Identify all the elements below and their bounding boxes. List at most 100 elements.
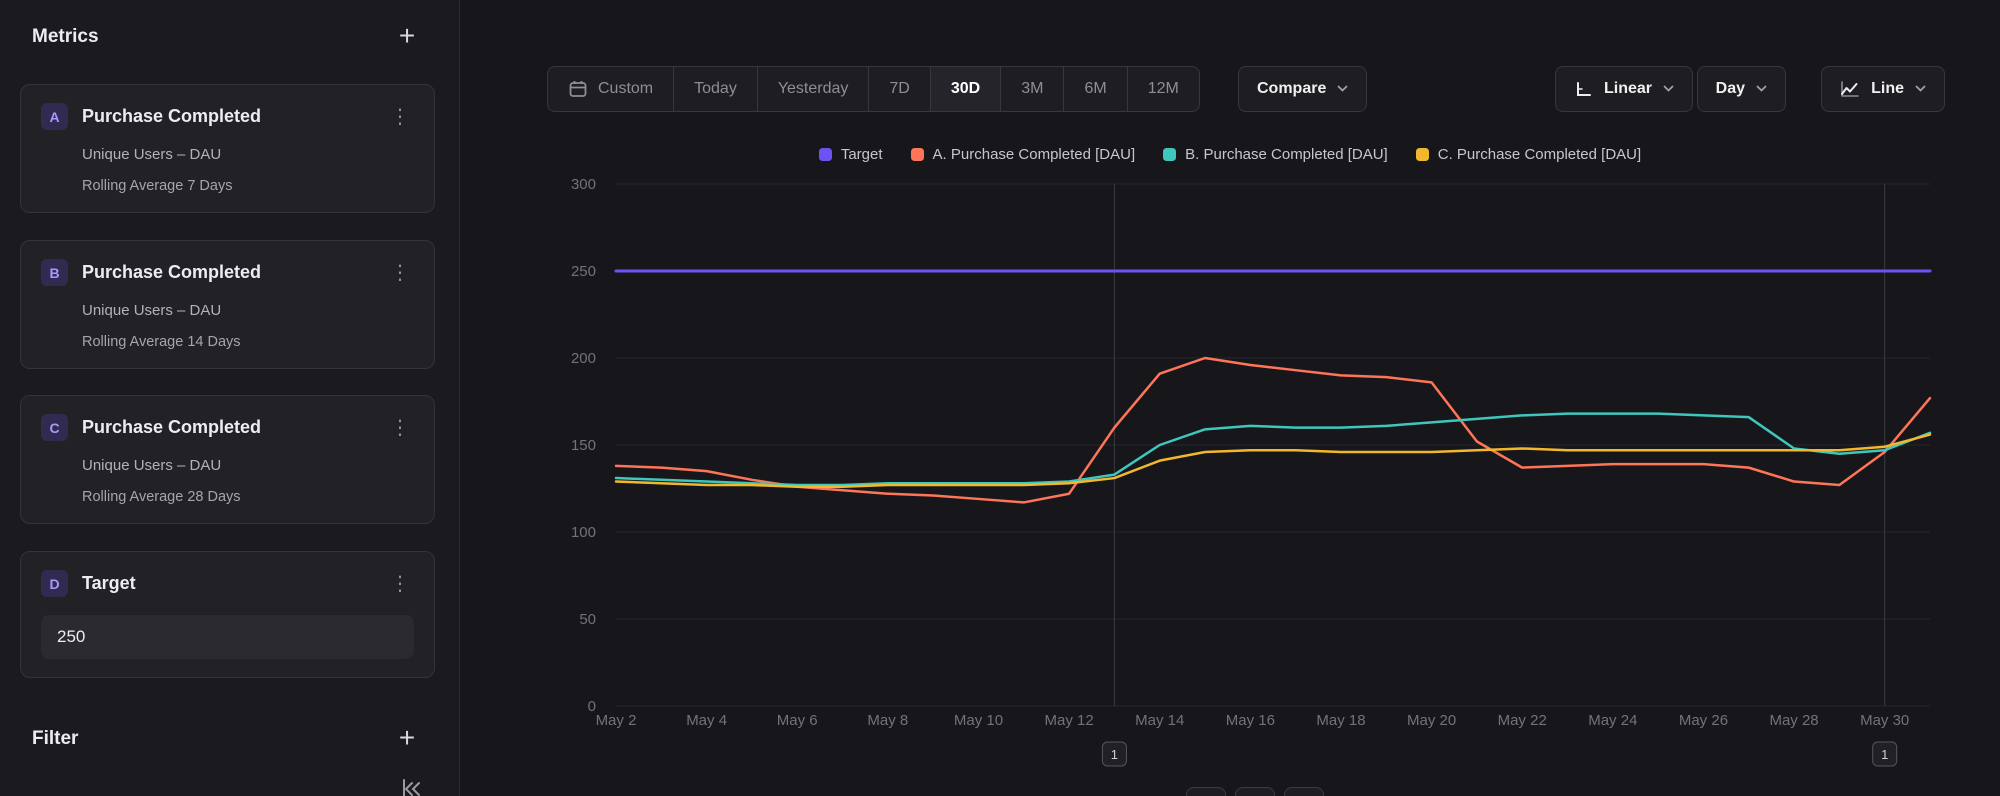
legend-item[interactable]: C. Purchase Completed [DAU] (1416, 146, 1641, 163)
legend-label: C. Purchase Completed [DAU] (1438, 146, 1641, 163)
date-range-segmented-control: Custom Today Yesterday 7D 30D 3M 6M 12M (547, 66, 1200, 112)
export-button[interactable] (1284, 787, 1324, 796)
sidebar: Metrics + A Purchase Completed ⋮ Unique … (0, 0, 460, 796)
range-label: Yesterday (778, 80, 849, 98)
range-label: 12M (1148, 80, 1179, 98)
target-title: Target (82, 573, 386, 594)
range-label: 7D (889, 80, 909, 98)
granularity-label: Day (1716, 80, 1745, 98)
range-label: 3M (1021, 80, 1043, 98)
chart-type-selector-button[interactable]: Line (1821, 66, 1945, 112)
metric-subtitle: Unique Users – DAU (82, 457, 414, 474)
y-axis-tick-label: 100 (571, 524, 596, 541)
add-filter-button[interactable]: + (392, 724, 422, 754)
chart-type-label: Line (1871, 80, 1904, 98)
chart-legend: Target A. Purchase Completed [DAU] B. Purc… (460, 146, 2000, 166)
metric-subtitle: Unique Users – DAU (82, 146, 414, 163)
x-axis-tick-label: May 2 (596, 712, 637, 729)
metric-title: Purchase Completed (82, 106, 386, 127)
x-axis-tick-label: May 12 (1045, 712, 1094, 729)
x-axis-tick-label: May 16 (1226, 712, 1275, 729)
metric-detail[interactable]: Rolling Average 7 Days (82, 178, 414, 194)
calendar-icon (568, 79, 588, 99)
range-label: 30D (951, 80, 980, 98)
metrics-dashboard: Metrics + A Purchase Completed ⋮ Unique … (0, 0, 2000, 796)
range-12m-button[interactable]: 12M (1127, 67, 1199, 111)
axis-icon (1574, 80, 1593, 99)
add-metric-button[interactable]: + (392, 22, 422, 52)
legend-label: Target (841, 146, 883, 163)
y-axis-tick-label: 200 (571, 350, 596, 367)
metric-title: Purchase Completed (82, 262, 386, 283)
legend-swatch-icon (1416, 148, 1429, 161)
legend-label: B. Purchase Completed [DAU] (1185, 146, 1388, 163)
target-card[interactable]: D Target ⋮ (20, 551, 435, 678)
range-6m-button[interactable]: 6M (1063, 67, 1126, 111)
x-axis-tick-label: May 18 (1316, 712, 1365, 729)
metric-detail[interactable]: Rolling Average 14 Days (82, 334, 414, 350)
x-axis-tick-label: May 30 (1860, 712, 1909, 729)
y-axis-tick-label: 300 (571, 176, 596, 193)
metric-badge: A (41, 103, 68, 130)
filter-section-header: Filter (32, 728, 78, 750)
x-axis-tick-label: May 26 (1679, 712, 1728, 729)
x-axis-tick-label: May 8 (867, 712, 908, 729)
kebab-menu-icon[interactable]: ⋮ (386, 418, 414, 438)
range-7d-button[interactable]: 7D (868, 67, 929, 111)
y-axis-tick-label: 250 (571, 263, 596, 280)
legend-swatch-icon (911, 148, 924, 161)
range-yesterday-button[interactable]: Yesterday (757, 67, 869, 111)
range-30d-button[interactable]: 30D (930, 67, 1000, 111)
metric-card-b[interactable]: B Purchase Completed ⋮ Unique Users – DA… (20, 240, 435, 369)
range-custom-button[interactable]: Custom (548, 67, 673, 111)
annotations-button[interactable] (1186, 787, 1226, 796)
x-axis-tick-label: May 20 (1407, 712, 1456, 729)
chart-bottom-toolbar (1186, 787, 1324, 796)
compare-button[interactable]: Compare (1238, 66, 1367, 112)
range-3m-button[interactable]: 3M (1000, 67, 1063, 111)
y-axis-tick-label: 50 (579, 611, 596, 628)
line-chart-icon (1840, 80, 1860, 98)
metric-card-c[interactable]: C Purchase Completed ⋮ Unique Users – DA… (20, 395, 435, 524)
series-line (616, 435, 1930, 487)
granularity-selector-button[interactable]: Day (1697, 66, 1786, 112)
x-axis-tick-label: May 14 (1135, 712, 1184, 729)
target-value-input[interactable] (41, 615, 414, 659)
annotation-badge-label: 1 (1881, 747, 1888, 762)
range-label: Custom (598, 80, 653, 98)
range-label: 6M (1084, 80, 1106, 98)
x-axis-tick-label: May 28 (1769, 712, 1818, 729)
metric-card-a[interactable]: A Purchase Completed ⋮ Unique Users – DA… (20, 84, 435, 213)
scale-label: Linear (1604, 80, 1652, 98)
range-today-button[interactable]: Today (673, 67, 757, 111)
x-axis-tick-label: May 4 (686, 712, 727, 729)
metric-title: Purchase Completed (82, 417, 386, 438)
compare-label: Compare (1257, 80, 1326, 98)
legend-swatch-icon (1163, 148, 1176, 161)
chevron-down-icon (1663, 85, 1674, 93)
metric-badge: B (41, 259, 68, 286)
legend-swatch-icon (819, 148, 832, 161)
chevron-down-icon (1756, 85, 1767, 93)
chevron-down-icon (1915, 85, 1926, 93)
range-label: Today (694, 80, 737, 98)
kebab-menu-icon[interactable]: ⋮ (386, 263, 414, 283)
metrics-section-header: Metrics (32, 26, 99, 48)
legend-item[interactable]: A. Purchase Completed [DAU] (911, 146, 1136, 163)
kebab-menu-icon[interactable]: ⋮ (386, 574, 414, 594)
metric-detail[interactable]: Rolling Average 28 Days (82, 489, 414, 505)
legend-item[interactable]: Target (819, 146, 883, 163)
alerts-button[interactable] (1235, 787, 1275, 796)
scale-selector-button[interactable]: Linear (1555, 66, 1693, 112)
x-axis-tick-label: May 24 (1588, 712, 1637, 729)
x-axis-tick-label: May 10 (954, 712, 1003, 729)
series-line (616, 358, 1930, 502)
kebab-menu-icon[interactable]: ⋮ (386, 107, 414, 127)
collapse-sidebar-icon[interactable] (398, 776, 432, 796)
metric-badge: C (41, 414, 68, 441)
annotation-badge-label: 1 (1111, 747, 1118, 762)
metric-badge: D (41, 570, 68, 597)
legend-item[interactable]: B. Purchase Completed [DAU] (1163, 146, 1388, 163)
metrics-line-chart[interactable]: 05010015020025030011May 2May 4May 6May 8… (460, 130, 2000, 796)
metric-subtitle: Unique Users – DAU (82, 302, 414, 319)
